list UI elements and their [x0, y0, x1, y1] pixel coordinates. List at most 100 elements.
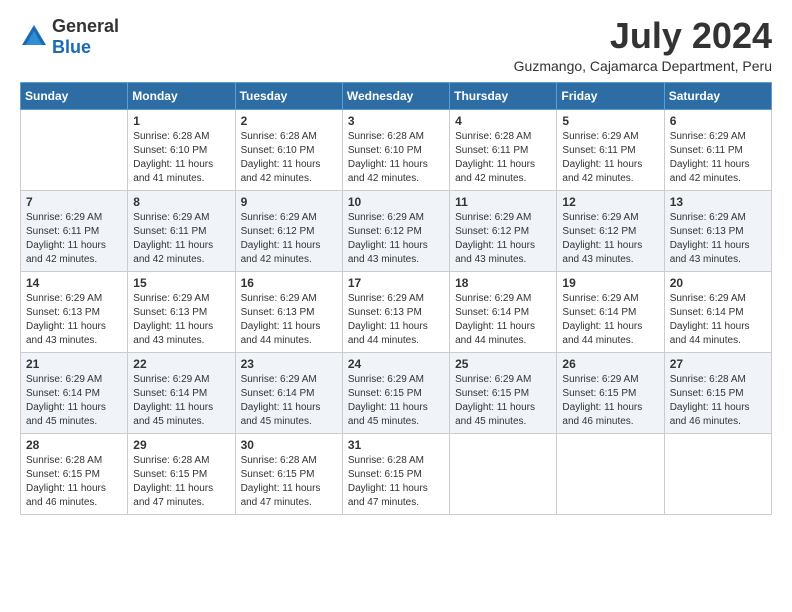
day-number: 4: [455, 114, 551, 128]
day-number: 9: [241, 195, 337, 209]
logo-blue: Blue: [52, 37, 91, 57]
day-number: 27: [670, 357, 766, 371]
cell-info: Sunrise: 6:29 AMSunset: 6:11 PMDaylight:…: [670, 130, 766, 186]
day-number: 21: [26, 357, 122, 371]
day-number: 17: [348, 276, 444, 290]
calendar-cell: 11 Sunrise: 6:29 AMSunset: 6:12 PMDayligh…: [450, 190, 557, 271]
day-number: 7: [26, 195, 122, 209]
calendar-cell: [450, 433, 557, 514]
header-wednesday: Wednesday: [342, 82, 449, 109]
cell-info: Sunrise: 6:28 AMSunset: 6:15 PMDaylight:…: [348, 454, 444, 510]
day-number: 30: [241, 438, 337, 452]
cell-info: Sunrise: 6:29 AMSunset: 6:14 PMDaylight:…: [670, 292, 766, 348]
calendar-cell: 31 Sunrise: 6:28 AMSunset: 6:15 PMDayligh…: [342, 433, 449, 514]
calendar-cell: [664, 433, 771, 514]
calendar-week-2: 7 Sunrise: 6:29 AMSunset: 6:11 PMDaylight…: [21, 190, 772, 271]
cell-info: Sunrise: 6:29 AMSunset: 6:13 PMDaylight:…: [133, 292, 229, 348]
cell-info: Sunrise: 6:28 AMSunset: 6:15 PMDaylight:…: [26, 454, 122, 510]
day-number: 20: [670, 276, 766, 290]
cell-info: Sunrise: 6:28 AMSunset: 6:15 PMDaylight:…: [241, 454, 337, 510]
header-friday: Friday: [557, 82, 664, 109]
cell-info: Sunrise: 6:28 AMSunset: 6:11 PMDaylight:…: [455, 130, 551, 186]
calendar-cell: 25Sunrise: 6:29 AMSunset: 6:15 PMDayligh…: [450, 352, 557, 433]
calendar-cell: 22 Sunrise: 6:29 AMSunset: 6:14 PMDayligh…: [128, 352, 235, 433]
calendar-week-1: 1 Sunrise: 6:28 AMSunset: 6:10 PMDaylight…: [21, 109, 772, 190]
calendar-cell: 6Sunrise: 6:29 AMSunset: 6:11 PMDaylight…: [664, 109, 771, 190]
day-number: 26: [562, 357, 658, 371]
day-number: 15: [133, 276, 229, 290]
calendar-cell: 1 Sunrise: 6:28 AMSunset: 6:10 PMDaylight…: [128, 109, 235, 190]
month-year-title: July 2024: [514, 16, 772, 56]
day-number: 12: [562, 195, 658, 209]
logo-text: General Blue: [52, 16, 119, 58]
calendar-cell: 4 Sunrise: 6:28 AMSunset: 6:11 PMDaylight…: [450, 109, 557, 190]
calendar-cell: 26Sunrise: 6:29 AMSunset: 6:15 PMDayligh…: [557, 352, 664, 433]
header-sunday: Sunday: [21, 82, 128, 109]
day-number: 29: [133, 438, 229, 452]
day-number: 16: [241, 276, 337, 290]
calendar-cell: 10 Sunrise: 6:29 AMSunset: 6:12 PMDayligh…: [342, 190, 449, 271]
calendar-cell: 5Sunrise: 6:29 AMSunset: 6:11 PMDaylight…: [557, 109, 664, 190]
day-number: 11: [455, 195, 551, 209]
header-tuesday: Tuesday: [235, 82, 342, 109]
day-number: 23: [241, 357, 337, 371]
cell-info: Sunrise: 6:28 AMSunset: 6:15 PMDaylight:…: [133, 454, 229, 510]
calendar-cell: 19Sunrise: 6:29 AMSunset: 6:14 PMDayligh…: [557, 271, 664, 352]
day-number: 14: [26, 276, 122, 290]
title-section: July 2024 Guzmango, Cajamarca Department…: [514, 16, 772, 74]
logo: General Blue: [20, 16, 119, 58]
day-number: 13: [670, 195, 766, 209]
day-number: 19: [562, 276, 658, 290]
calendar-cell: 3Sunrise: 6:28 AMSunset: 6:10 PMDaylight…: [342, 109, 449, 190]
day-number: 10: [348, 195, 444, 209]
day-number: 24: [348, 357, 444, 371]
calendar-cell: 16Sunrise: 6:29 AMSunset: 6:13 PMDayligh…: [235, 271, 342, 352]
calendar-cell: 29 Sunrise: 6:28 AMSunset: 6:15 PMDayligh…: [128, 433, 235, 514]
cell-info: Sunrise: 6:29 AMSunset: 6:11 PMDaylight:…: [562, 130, 658, 186]
calendar-week-5: 28Sunrise: 6:28 AMSunset: 6:15 PMDayligh…: [21, 433, 772, 514]
calendar-cell: [557, 433, 664, 514]
day-number: 2: [241, 114, 337, 128]
header-thursday: Thursday: [450, 82, 557, 109]
calendar-body: 1 Sunrise: 6:28 AMSunset: 6:10 PMDaylight…: [21, 109, 772, 514]
calendar-cell: [21, 109, 128, 190]
day-number: 1: [133, 114, 229, 128]
cell-info: Sunrise: 6:29 AMSunset: 6:11 PMDaylight:…: [26, 211, 122, 267]
location-subtitle: Guzmango, Cajamarca Department, Peru: [514, 58, 772, 74]
cell-info: Sunrise: 6:29 AMSunset: 6:12 PMDaylight:…: [562, 211, 658, 267]
calendar-table: SundayMondayTuesdayWednesdayThursdayFrid…: [20, 82, 772, 515]
day-number: 31: [348, 438, 444, 452]
cell-info: Sunrise: 6:29 AMSunset: 6:13 PMDaylight:…: [670, 211, 766, 267]
header-saturday: Saturday: [664, 82, 771, 109]
cell-info: Sunrise: 6:29 AMSunset: 6:12 PMDaylight:…: [241, 211, 337, 267]
cell-info: Sunrise: 6:29 AMSunset: 6:12 PMDaylight:…: [348, 211, 444, 267]
cell-info: Sunrise: 6:29 AMSunset: 6:14 PMDaylight:…: [455, 292, 551, 348]
calendar-cell: 9 Sunrise: 6:29 AMSunset: 6:12 PMDaylight…: [235, 190, 342, 271]
calendar-cell: 13 Sunrise: 6:29 AMSunset: 6:13 PMDayligh…: [664, 190, 771, 271]
cell-info: Sunrise: 6:28 AMSunset: 6:10 PMDaylight:…: [241, 130, 337, 186]
day-number: 22: [133, 357, 229, 371]
calendar-cell: 24 Sunrise: 6:29 AMSunset: 6:15 PMDayligh…: [342, 352, 449, 433]
day-number: 18: [455, 276, 551, 290]
day-number: 8: [133, 195, 229, 209]
day-number: 25: [455, 357, 551, 371]
calendar-header-row: SundayMondayTuesdayWednesdayThursdayFrid…: [21, 82, 772, 109]
cell-info: Sunrise: 6:29 AMSunset: 6:14 PMDaylight:…: [133, 373, 229, 429]
cell-info: Sunrise: 6:29 AMSunset: 6:15 PMDaylight:…: [348, 373, 444, 429]
calendar-cell: 27Sunrise: 6:28 AMSunset: 6:15 PMDayligh…: [664, 352, 771, 433]
calendar-cell: 17Sunrise: 6:29 AMSunset: 6:13 PMDayligh…: [342, 271, 449, 352]
calendar-cell: 20 Sunrise: 6:29 AMSunset: 6:14 PMDayligh…: [664, 271, 771, 352]
cell-info: Sunrise: 6:29 AMSunset: 6:14 PMDaylight:…: [241, 373, 337, 429]
calendar-week-4: 21 Sunrise: 6:29 AMSunset: 6:14 PMDayligh…: [21, 352, 772, 433]
header-monday: Monday: [128, 82, 235, 109]
cell-info: Sunrise: 6:28 AMSunset: 6:10 PMDaylight:…: [348, 130, 444, 186]
calendar-cell: 7 Sunrise: 6:29 AMSunset: 6:11 PMDaylight…: [21, 190, 128, 271]
calendar-cell: 21Sunrise: 6:29 AMSunset: 6:14 PMDayligh…: [21, 352, 128, 433]
calendar-cell: 14Sunrise: 6:29 AMSunset: 6:13 PMDayligh…: [21, 271, 128, 352]
cell-info: Sunrise: 6:29 AMSunset: 6:12 PMDaylight:…: [455, 211, 551, 267]
page-header: General Blue July 2024 Guzmango, Cajamar…: [20, 16, 772, 74]
logo-general: General: [52, 16, 119, 36]
calendar-cell: 2 Sunrise: 6:28 AMSunset: 6:10 PMDaylight…: [235, 109, 342, 190]
logo-icon: [20, 23, 48, 51]
cell-info: Sunrise: 6:28 AMSunset: 6:10 PMDaylight:…: [133, 130, 229, 186]
